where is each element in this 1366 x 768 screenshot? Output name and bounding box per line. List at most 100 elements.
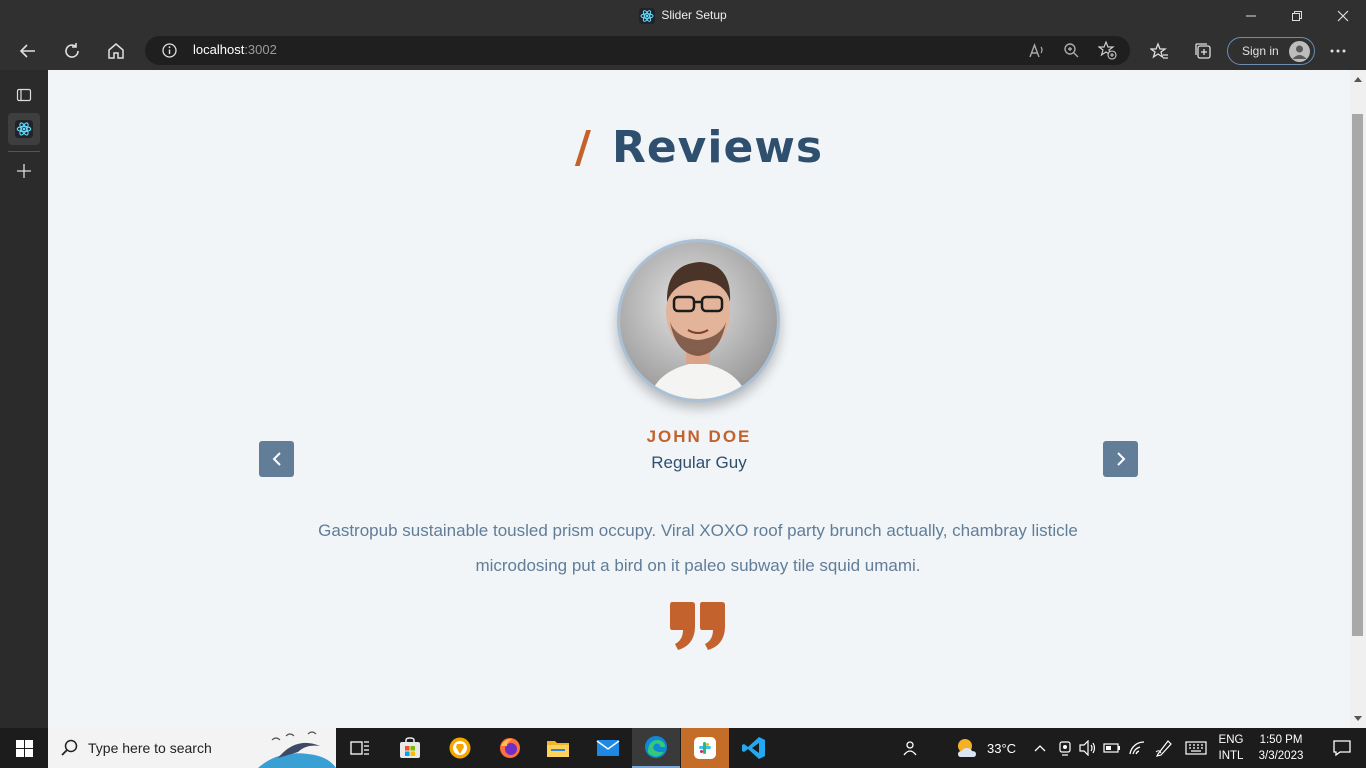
close-button[interactable] xyxy=(1320,0,1366,32)
new-tab-button[interactable] xyxy=(8,155,40,187)
window-title: Slider Setup xyxy=(0,8,1366,24)
wifi-icon xyxy=(1129,741,1145,755)
scrollbar-thumb[interactable] xyxy=(1352,114,1363,636)
volume-button[interactable] xyxy=(1077,728,1099,768)
slack-button[interactable] xyxy=(681,728,729,768)
restore-button[interactable] xyxy=(1274,0,1320,32)
back-arrow-icon xyxy=(19,44,35,58)
window-title-text: Slider Setup xyxy=(661,8,727,23)
taskbar-clock[interactable]: 1:50 PM 3/3/2023 xyxy=(1252,732,1310,764)
zoom-icon[interactable] xyxy=(1063,42,1081,59)
pen-icon xyxy=(1155,740,1172,757)
battery-button[interactable] xyxy=(1101,728,1123,768)
previous-review-button[interactable] xyxy=(259,441,294,477)
vscode-icon xyxy=(742,737,765,759)
task-view-icon xyxy=(350,741,369,755)
weather-temperature: 33°C xyxy=(987,740,1017,756)
input-language-indicator[interactable]: ENG INTL xyxy=(1214,732,1248,764)
add-favorite-icon[interactable] xyxy=(1098,41,1117,60)
search-highlight-dolphin-icon xyxy=(258,731,336,768)
settings-more-button[interactable] xyxy=(1322,36,1354,66)
url-text: localhost:3002 xyxy=(193,42,277,57)
person-photo-icon xyxy=(620,242,777,399)
show-hidden-icons-button[interactable] xyxy=(1028,728,1052,768)
read-aloud-icon[interactable] xyxy=(1028,42,1046,59)
pen-workspace-button[interactable] xyxy=(1152,728,1176,768)
window-titlebar: Slider Setup xyxy=(0,0,1366,32)
info-icon[interactable] xyxy=(162,43,177,58)
home-icon xyxy=(108,43,124,59)
weather-widget[interactable]: 33°C xyxy=(955,728,1016,768)
search-icon xyxy=(61,739,78,756)
minimize-button[interactable] xyxy=(1228,0,1274,32)
chevron-right-icon xyxy=(1116,452,1125,466)
collections-icon xyxy=(1194,42,1211,59)
chevron-up-icon xyxy=(1034,745,1046,752)
task-view-button[interactable] xyxy=(336,728,384,768)
favorites-button[interactable] xyxy=(1143,36,1175,66)
react-logo-icon xyxy=(639,8,656,24)
windows-taskbar: Type here to search 33°C ENG INTL 1:50 P… xyxy=(0,728,1366,768)
start-button[interactable] xyxy=(0,728,48,768)
vscode-button[interactable] xyxy=(730,728,778,768)
tab-slider-setup[interactable] xyxy=(8,113,40,145)
reviewer-avatar xyxy=(617,239,780,402)
brave-browser-button[interactable] xyxy=(436,728,484,768)
firefox-button[interactable] xyxy=(486,728,534,768)
edge-icon xyxy=(645,736,667,758)
clock-date: 3/3/2023 xyxy=(1258,750,1304,762)
search-placeholder: Type here to search xyxy=(88,740,212,756)
back-button[interactable] xyxy=(12,36,44,66)
action-center-button[interactable] xyxy=(1318,728,1366,768)
reviewer-name: JOHN DOE xyxy=(646,427,752,446)
people-button[interactable] xyxy=(886,728,934,768)
file-explorer-button[interactable] xyxy=(534,728,582,768)
brave-shield-icon xyxy=(449,737,471,759)
chevron-left-icon xyxy=(272,452,281,466)
address-bar[interactable]: localhost:3002 xyxy=(145,36,1130,65)
notification-icon xyxy=(1333,740,1351,757)
taskbar-search-box[interactable]: Type here to search xyxy=(48,728,336,768)
network-button[interactable] xyxy=(1126,728,1148,768)
url-port: :3002 xyxy=(244,42,277,57)
tab-actions-button[interactable] xyxy=(8,79,40,111)
url-host: localhost xyxy=(193,42,245,57)
refresh-icon xyxy=(65,43,79,58)
microsoft-store-button[interactable] xyxy=(386,728,434,768)
meet-now-button[interactable] xyxy=(1054,728,1076,768)
browser-toolbar: localhost:3002 Sign in xyxy=(0,32,1366,70)
people-icon xyxy=(903,741,917,756)
weather-partly-cloudy-icon xyxy=(958,739,976,757)
favorites-icon xyxy=(1149,41,1168,59)
volume-icon xyxy=(1079,740,1096,756)
mail-button[interactable] xyxy=(584,728,632,768)
touch-keyboard-button[interactable] xyxy=(1182,728,1210,768)
refresh-button[interactable] xyxy=(56,36,88,66)
edge-button[interactable] xyxy=(632,728,680,768)
sign-in-button[interactable]: Sign in xyxy=(1227,37,1315,65)
title-text: Reviews xyxy=(611,122,824,173)
more-dots-icon xyxy=(1330,49,1346,53)
tab-actions-icon xyxy=(16,88,32,102)
keyboard-icon xyxy=(1185,741,1207,755)
vertical-tabs-sidebar xyxy=(0,70,48,728)
collections-button[interactable] xyxy=(1187,36,1219,66)
review-text: Gastropub sustainable tousled prism occu… xyxy=(318,521,1078,575)
scroll-down-icon[interactable] xyxy=(1354,716,1362,722)
scroll-up-icon[interactable] xyxy=(1354,76,1362,82)
keyboard-layout: INTL xyxy=(1218,750,1244,762)
page-scrollbar[interactable] xyxy=(1350,70,1366,728)
sidebar-divider xyxy=(8,151,40,152)
restore-icon xyxy=(1292,11,1302,21)
minimize-icon xyxy=(1246,15,1256,17)
store-icon xyxy=(400,737,420,758)
home-button[interactable] xyxy=(100,36,132,66)
title-slash: / xyxy=(574,122,592,173)
folder-icon xyxy=(547,741,569,757)
next-review-button[interactable] xyxy=(1103,441,1138,477)
windows-logo-icon xyxy=(15,739,33,757)
battery-charging-icon xyxy=(1103,743,1120,753)
plus-icon xyxy=(17,164,31,178)
language-code: ENG xyxy=(1218,734,1244,746)
close-icon xyxy=(1337,10,1349,22)
